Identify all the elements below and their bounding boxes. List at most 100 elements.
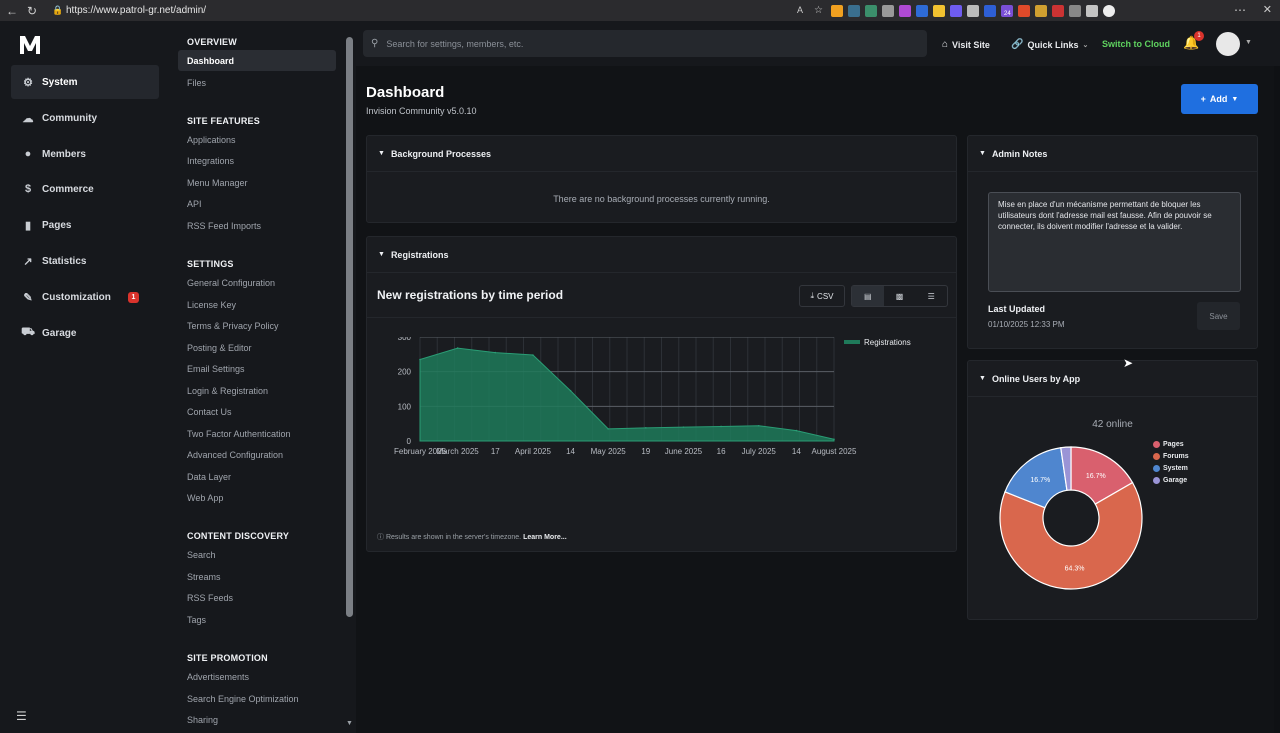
add-button[interactable]: + Add ▼ (1181, 84, 1258, 114)
extension-triangle-icon[interactable] (967, 4, 979, 17)
switch-to-cloud-link[interactable]: Switch to Cloud (1102, 39, 1170, 49)
visit-site-link[interactable]: ⌂ Visit Site (942, 39, 990, 50)
subnav-scrollbar[interactable] (346, 37, 353, 617)
menu-toggle-icon[interactable]: ☰ (16, 709, 27, 723)
avatar[interactable] (1216, 32, 1240, 56)
visit-site-label: Visit Site (952, 39, 990, 50)
table-view-icon[interactable]: ☰ (915, 286, 947, 306)
extension-u-icon[interactable] (916, 4, 928, 17)
subnav-item-email-settings[interactable]: Email Settings (187, 364, 245, 374)
subnav-item-seo[interactable]: Search Engine Optimization (187, 694, 299, 704)
extension-mail-icon[interactable] (1052, 4, 1064, 17)
more-icon[interactable]: ⋯ (1234, 3, 1246, 17)
extension-drop-icon[interactable] (984, 4, 996, 17)
subnav-item-login-registration[interactable]: Login & Registration (187, 386, 268, 396)
amazon-extension-icon[interactable] (831, 4, 843, 17)
panel-title: Background Processes (390, 148, 491, 159)
notifications-extension-icon[interactable]: 24 (1001, 4, 1013, 17)
extension-b-icon[interactable] (848, 4, 860, 17)
subnav-item-license-key[interactable]: License Key (187, 300, 236, 310)
extension-circle-icon[interactable] (950, 4, 962, 17)
subnav-item-contact-us[interactable]: Contact Us (187, 407, 232, 417)
caret-down-icon: ▼ (979, 150, 986, 157)
subnav-item-menu-manager[interactable]: Menu Manager (187, 178, 248, 188)
subnav-item-sharing[interactable]: Sharing (187, 715, 218, 725)
subnav-item-search[interactable]: Search (187, 550, 216, 560)
x-tick-label: 16 (717, 447, 726, 456)
pen-extension-icon[interactable] (882, 4, 894, 17)
profile-icon[interactable] (1103, 4, 1115, 17)
main-navigation: ⚙ System ☁ Community ● Members $ Commerc… (0, 21, 170, 733)
subnav-item-two-factor[interactable]: Two Factor Authentication (187, 429, 291, 439)
extension-puzzle-icon[interactable] (1086, 4, 1098, 17)
subnav-item-advertisements[interactable]: Advertisements (187, 672, 249, 682)
invision-logo[interactable] (19, 34, 41, 56)
quick-links-menu[interactable]: 🔗 Quick Links ⌄ (1011, 39, 1088, 50)
subnav-item-tags[interactable]: Tags (187, 615, 206, 625)
subnav-item-general-configuration[interactable]: General Configuration (187, 278, 275, 288)
favorite-star-icon[interactable]: ☆ (814, 5, 826, 17)
admin-notes-panel: ▼ Admin Notes Mise en place d'un mécanis… (967, 135, 1258, 349)
subnav-item-posting-editor[interactable]: Posting & Editor (187, 343, 252, 353)
timezone-text: Results are shown in the server's timezo… (385, 534, 522, 541)
download-icon: ⤓ (810, 291, 815, 300)
subnav-item-dashboard[interactable]: Dashboard (178, 50, 336, 71)
nav-item-system[interactable]: ⚙ System (11, 65, 159, 99)
reload-icon[interactable]: ↻ (24, 3, 40, 19)
extension-purple-icon[interactable] (899, 4, 911, 17)
online-count: 42 online (1092, 419, 1133, 430)
extension-grid-icon[interactable] (933, 4, 945, 17)
subnav-item-terms-privacy[interactable]: Terms & Privacy Policy (187, 321, 279, 331)
nav-item-members[interactable]: ● Members (11, 137, 159, 171)
learn-more-link[interactable]: Learn More... (523, 534, 567, 541)
subnav-item-streams[interactable]: Streams (187, 572, 221, 582)
search-input[interactable]: ⚲ Search for settings, members, etc. (363, 30, 927, 57)
extension-script-icon[interactable] (1069, 4, 1081, 17)
address-bar[interactable]: 🔒 https://www.patrol-gr.net/admin/ (52, 2, 842, 19)
legend-label: Registrations (864, 338, 911, 347)
nav-item-label: Customization (42, 291, 111, 303)
subnav-item-rss-feeds[interactable]: RSS Feeds (187, 593, 233, 603)
legend-dot (1153, 453, 1160, 460)
top-bar: ⚲ Search for settings, members, etc. ⌂ V… (356, 21, 1280, 66)
subnav-heading-site-promotion: SITE PROMOTION (187, 653, 268, 663)
nav-item-garage[interactable]: ⛟ Garage (11, 316, 159, 350)
subnav-item-advanced-configuration[interactable]: Advanced Configuration (187, 450, 283, 460)
subnav-item-applications[interactable]: Applications (187, 135, 236, 145)
legend-item: Pages (1153, 441, 1184, 448)
admin-notes-textarea[interactable]: Mise en place d'un mécanisme permettant … (988, 192, 1241, 292)
registrations-chart: 0100200300February 2025March 2025 17 April… (394, 337, 911, 456)
area-chart-icon[interactable]: ▤ (852, 286, 884, 306)
subnav-item-web-app[interactable]: Web App (187, 493, 223, 503)
subnav-item-data-layer[interactable]: Data Layer (187, 472, 231, 482)
bar-chart-icon[interactable]: ▩ (884, 286, 916, 306)
nav-item-statistics[interactable]: ↗ Statistics (11, 244, 159, 278)
caret-down-icon: ▼ (378, 150, 385, 157)
panel-header[interactable]: ▼ Registrations (367, 237, 956, 273)
subnav-item-integrations[interactable]: Integrations (187, 156, 234, 166)
car-icon: ⛟ (21, 326, 35, 338)
back-icon[interactable]: ← (4, 3, 20, 19)
nav-item-commerce[interactable]: $ Commerce (11, 172, 159, 206)
read-aloud-icon[interactable]: A (797, 5, 809, 17)
panel-title: Admin Notes (991, 148, 1048, 159)
panel-header[interactable]: ▼ Background Processes (367, 136, 956, 172)
extension-game-icon[interactable] (1035, 4, 1047, 17)
legend-swatch (844, 340, 860, 344)
save-button[interactable]: Save (1197, 302, 1240, 330)
timezone-note: ⓘ Results are shown in the server's time… (377, 532, 567, 542)
chevron-down-icon[interactable]: ▼ (1245, 39, 1252, 46)
subnav-item-rss-feed-imports[interactable]: RSS Feed Imports (187, 221, 261, 231)
scroll-down-icon[interactable]: ▼ (346, 720, 353, 727)
close-icon[interactable]: ✕ (1263, 3, 1272, 16)
csv-button[interactable]: ⤓ CSV (799, 285, 845, 307)
extension-red-icon[interactable] (1018, 4, 1030, 17)
nav-item-community[interactable]: ☁ Community (11, 101, 159, 135)
nav-item-pages[interactable]: ▮ Pages (11, 208, 159, 242)
panel-header[interactable]: ▼ Admin Notes (968, 136, 1257, 172)
subnav-item-files[interactable]: Files (187, 78, 206, 88)
panel-header[interactable]: ▼ Online Users by App (968, 361, 1257, 397)
subnav-item-api[interactable]: API (187, 199, 202, 209)
extension-x-icon[interactable] (865, 4, 877, 17)
panel-title: Registrations (390, 249, 449, 260)
